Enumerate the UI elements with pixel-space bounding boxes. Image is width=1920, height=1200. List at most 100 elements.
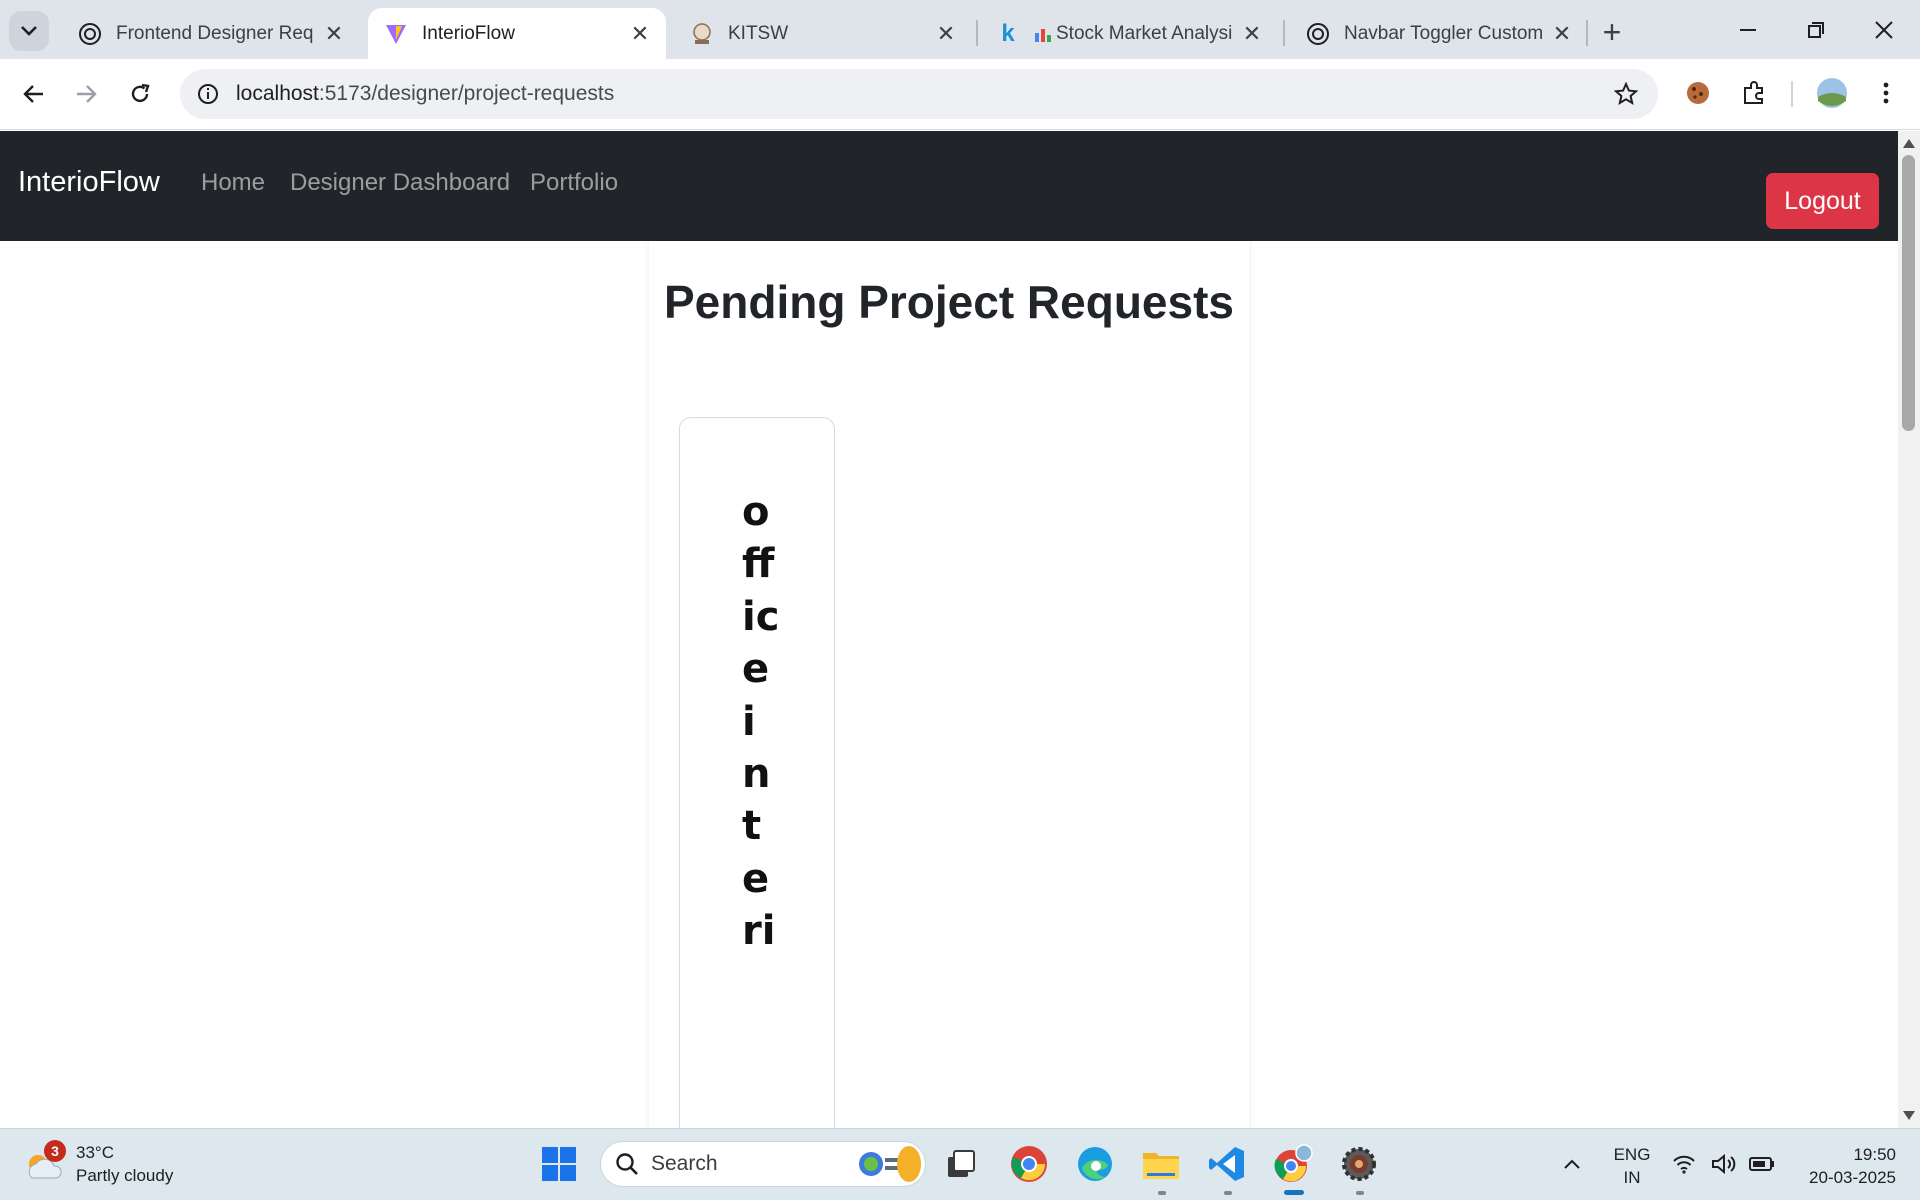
- partly-cloudy-icon: 3: [22, 1140, 66, 1186]
- address-bar[interactable]: localhost:5173/designer/project-requests: [180, 69, 1658, 119]
- tab-kitsw[interactable]: KITSW ✕: [674, 8, 972, 59]
- url-host: localhost: [236, 82, 319, 105]
- bar-chart-icon: [1034, 22, 1052, 46]
- bookmark-star-icon[interactable]: [1612, 80, 1640, 108]
- requests-panel: Pending Project Requests officeinteri: [649, 241, 1249, 1128]
- running-indicator: [1158, 1191, 1166, 1195]
- search-highlight-icon: [859, 1146, 921, 1182]
- tab-title: Navbar Toggler Customiz: [1344, 22, 1542, 44]
- clock-time: 19:50: [1853, 1145, 1896, 1164]
- clock-date: 20-03-2025: [1809, 1168, 1896, 1187]
- navbar-brand[interactable]: InterioFlow: [18, 166, 160, 199]
- weather-text: 33°C Partly cloudy: [76, 1141, 173, 1187]
- task-view-icon[interactable]: [938, 1141, 984, 1187]
- kitsw-icon: [690, 22, 714, 46]
- url-path: :5173/designer/project-requests: [318, 82, 615, 105]
- volume-icon[interactable]: [1706, 1141, 1742, 1187]
- restore-icon: [1808, 22, 1824, 38]
- tab-stock-market[interactable]: k Stock Market Analysis ✕: [980, 8, 1278, 59]
- page-title: Pending Project Requests: [663, 276, 1234, 328]
- battery-icon[interactable]: [1744, 1141, 1780, 1187]
- reload-icon: [131, 83, 150, 103]
- browser-toolbar: localhost:5173/designer/project-requests: [0, 59, 1920, 130]
- language-line1: ENG: [1613, 1145, 1651, 1164]
- wifi-icon[interactable]: [1666, 1141, 1702, 1187]
- running-indicator: [1224, 1191, 1232, 1195]
- back-button[interactable]: [12, 72, 56, 116]
- cookie-extension-icon[interactable]: [1678, 73, 1718, 113]
- windows-taskbar: 3 33°C Partly cloudy Search ENG IN 19:50…: [0, 1128, 1920, 1200]
- profile-avatar[interactable]: [1812, 73, 1852, 113]
- app-navbar: InterioFlow Home Designer Dashboard Port…: [0, 131, 1898, 241]
- search-icon: [616, 1153, 638, 1175]
- chevron-down-icon: [21, 26, 37, 36]
- page-scrollbar[interactable]: [1898, 131, 1920, 1128]
- tab-separator: [1283, 20, 1285, 46]
- tab-title: InterioFlow: [422, 22, 515, 44]
- tab-title: Stock Market Analysis: [1056, 22, 1232, 44]
- site-info-icon[interactable]: [194, 80, 222, 108]
- search-label: Search: [651, 1152, 718, 1175]
- tab-interioflow[interactable]: InterioFlow ✕: [368, 8, 666, 59]
- tab-frontend-designer[interactable]: Frontend Designer Reque ✕: [62, 8, 360, 59]
- language-line2: IN: [1623, 1168, 1641, 1187]
- scroll-down-arrow-icon[interactable]: [1903, 1111, 1915, 1120]
- nav-link-designer-dashboard[interactable]: Designer Dashboard: [290, 169, 510, 197]
- tab-navbar-toggler[interactable]: Navbar Toggler Customiz ✕: [1290, 8, 1588, 59]
- chrome-profile-taskbar-icon[interactable]: [1270, 1141, 1316, 1187]
- forward-button[interactable]: [64, 72, 108, 116]
- request-card-title: officeinteri: [742, 489, 780, 955]
- toolbar-divider: [1791, 81, 1793, 107]
- page-viewport: InterioFlow Home Designer Dashboard Port…: [0, 131, 1898, 1128]
- chrome-taskbar-icon[interactable]: [1006, 1141, 1052, 1187]
- vscode-taskbar-icon[interactable]: [1204, 1141, 1250, 1187]
- minimize-icon: [1740, 29, 1756, 31]
- tab-title: KITSW: [728, 22, 789, 44]
- chevron-up-icon[interactable]: [1552, 1141, 1592, 1187]
- tab-separator: [1586, 20, 1588, 46]
- file-explorer-icon[interactable]: [1138, 1141, 1184, 1187]
- close-icon[interactable]: ✕: [322, 21, 346, 46]
- tab-search-button[interactable]: [9, 11, 49, 51]
- language-indicator[interactable]: ENG IN: [1604, 1143, 1660, 1189]
- close-icon[interactable]: ✕: [934, 21, 958, 46]
- browser-tabstrip: Frontend Designer Reque ✕ InterioFlow ✕ …: [0, 0, 1920, 59]
- new-tab-button[interactable]: +: [1594, 14, 1630, 50]
- nav-link-home[interactable]: Home: [201, 169, 265, 197]
- k-icon: k: [1001, 19, 1015, 47]
- minimize-button[interactable]: [1726, 10, 1770, 50]
- browser-menu-icon[interactable]: [1866, 73, 1906, 113]
- close-icon: [1875, 21, 1893, 39]
- close-icon[interactable]: ✕: [1240, 21, 1264, 46]
- nav-link-portfolio[interactable]: Portfolio: [530, 169, 618, 197]
- active-app-indicator: [1284, 1190, 1304, 1195]
- restore-button[interactable]: [1794, 10, 1838, 50]
- weather-condition: Partly cloudy: [76, 1166, 174, 1185]
- edge-taskbar-icon[interactable]: [1072, 1141, 1118, 1187]
- openai-icon: [1306, 22, 1330, 46]
- close-icon[interactable]: ✕: [1550, 21, 1574, 46]
- taskbar-search-box[interactable]: Search: [600, 1141, 926, 1187]
- close-window-button[interactable]: [1862, 10, 1906, 50]
- vite-icon: [384, 22, 408, 46]
- arrow-right-icon: [77, 85, 97, 103]
- clock[interactable]: 19:50 20-03-2025: [1796, 1143, 1896, 1189]
- tab-separator: [976, 20, 978, 46]
- running-indicator: [1356, 1191, 1364, 1195]
- weather-temperature: 33°C: [76, 1143, 114, 1162]
- tab-title: Frontend Designer Reque: [116, 22, 314, 44]
- logout-button[interactable]: Logout: [1766, 173, 1879, 229]
- windows-start-icon[interactable]: [536, 1141, 582, 1187]
- close-icon[interactable]: ✕: [628, 21, 652, 46]
- scrollbar-thumb[interactable]: [1902, 155, 1915, 431]
- reload-button[interactable]: [118, 72, 162, 116]
- request-card: officeinteri: [679, 417, 835, 1128]
- scroll-up-arrow-icon[interactable]: [1903, 139, 1915, 148]
- weather-alert-badge: 3: [44, 1140, 66, 1162]
- weather-widget[interactable]: 3 33°C Partly cloudy: [22, 1140, 173, 1187]
- gear-app-taskbar-icon[interactable]: [1336, 1141, 1382, 1187]
- arrow-left-icon: [23, 85, 43, 103]
- url-text: localhost:5173/designer/project-requests: [236, 82, 614, 106]
- openai-icon: [78, 22, 102, 46]
- extensions-puzzle-icon[interactable]: [1734, 73, 1774, 113]
